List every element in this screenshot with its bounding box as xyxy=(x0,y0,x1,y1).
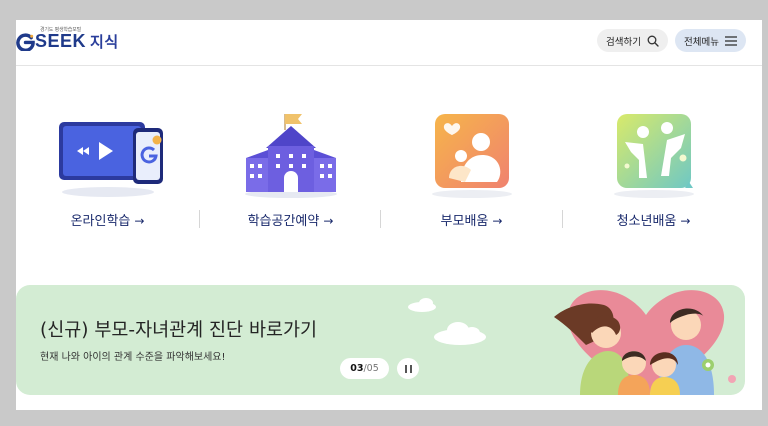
quick-item-space-reservation[interactable]: 학습공간예약 → xyxy=(199,67,382,279)
quick-item-label: 청소년배움 → xyxy=(562,210,745,229)
search-button[interactable]: 검색하기 xyxy=(597,29,668,52)
online-learning-illustration-icon xyxy=(58,122,163,197)
page-frame: 경기도 평생학습포털 SEEK 지식 검색하기 전체메뉴 온라인학습 → 학습공… xyxy=(16,20,762,410)
quick-item-label-text: 부모배움 xyxy=(440,214,489,229)
youth-illustration-icon xyxy=(613,114,694,198)
pager-current: 03 xyxy=(350,363,364,374)
parent-child-illustration-icon xyxy=(431,114,512,198)
quick-item-label: 온라인학습 → xyxy=(16,210,199,229)
arrow-right-icon: → xyxy=(323,214,334,228)
quick-item-youth-learning[interactable]: 청소년배움 → xyxy=(562,67,745,279)
quick-item-label-text: 학습공간예약 xyxy=(247,214,320,229)
school-building-illustration-icon xyxy=(244,114,337,198)
logo-main-text: SEEK xyxy=(35,31,87,51)
hamburger-menu-icon xyxy=(724,35,737,46)
slide-pager: 03/05 xyxy=(340,358,389,379)
family-heart-illustration-icon xyxy=(554,290,736,395)
arrow-right-icon: → xyxy=(492,214,503,228)
quick-item-label-text: 온라인학습 xyxy=(70,214,131,229)
logo-suffix-text: 지식 xyxy=(90,33,119,51)
quick-menu: 온라인학습 → 학습공간예약 → 부모배움 → 청소년배움 → xyxy=(16,67,762,279)
quick-item-online-learning[interactable]: 온라인학습 → xyxy=(16,67,199,279)
pause-icon xyxy=(404,364,407,373)
banner-subtitle: 현재 나와 아이의 관계 수준을 파악해보세요! xyxy=(40,352,226,363)
banner-title: (신규) 부모-자녀관계 진단 바로가기 xyxy=(40,320,318,341)
pause-icon xyxy=(409,364,412,373)
promo-banner[interactable]: (신규) 부모-자녀관계 진단 바로가기 현재 나와 아이의 관계 수준을 파악… xyxy=(16,285,745,395)
arrow-right-icon: → xyxy=(680,214,691,228)
search-icon xyxy=(647,35,659,47)
quick-item-label: 부모배움 → xyxy=(380,210,563,229)
quick-item-label: 학습공간예약 → xyxy=(199,210,382,229)
search-button-label: 검색하기 xyxy=(606,36,641,48)
all-menu-button[interactable]: 전체메뉴 xyxy=(675,29,746,52)
g-logo-icon xyxy=(16,33,35,51)
quick-item-label-text: 청소년배움 xyxy=(616,214,677,229)
pause-button[interactable] xyxy=(397,358,419,379)
arrow-right-icon: → xyxy=(134,214,145,228)
site-header: 경기도 평생학습포털 SEEK 지식 검색하기 전체메뉴 xyxy=(16,20,762,66)
pager-total: /05 xyxy=(363,363,379,374)
all-menu-button-label: 전체메뉴 xyxy=(684,36,719,48)
quick-item-parent-learning[interactable]: 부모배움 → xyxy=(380,67,563,279)
logo-wordmark: SEEK 지식 xyxy=(35,31,119,52)
clouds-decoration-icon xyxy=(408,298,486,345)
